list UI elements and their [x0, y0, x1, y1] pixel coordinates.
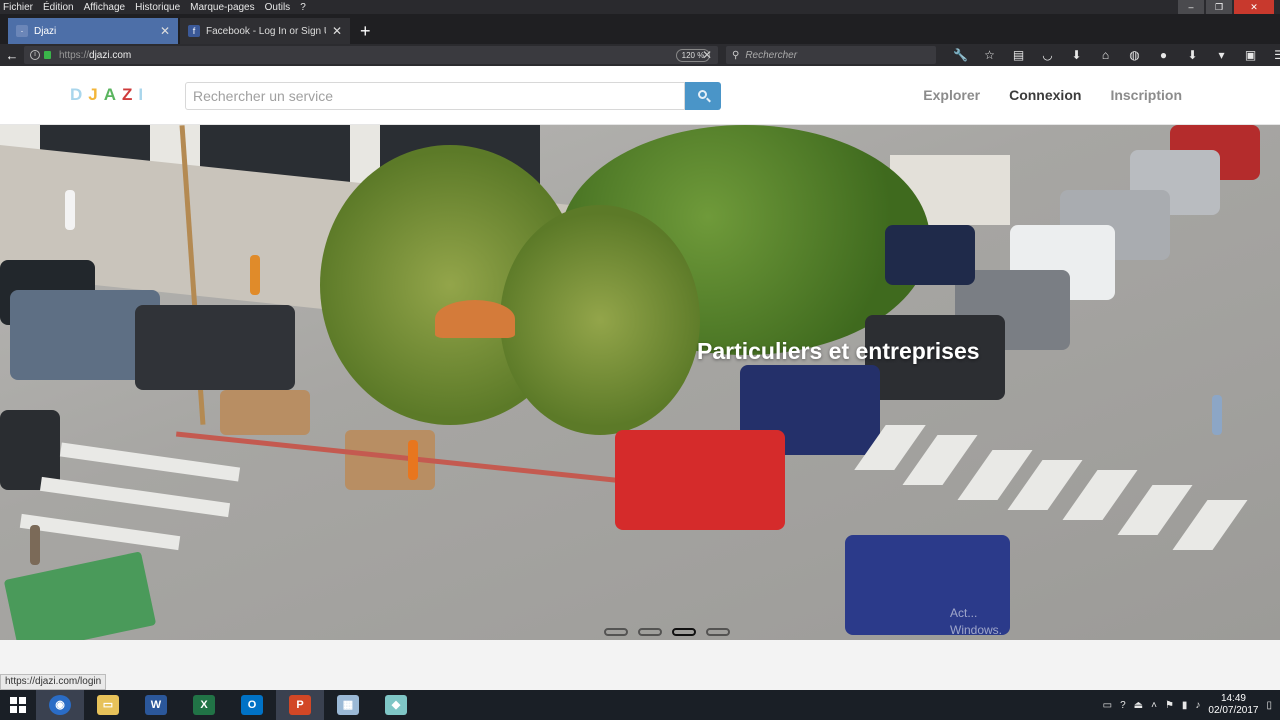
- keyboard-icon[interactable]: ▭: [1103, 700, 1112, 711]
- url-bar[interactable]: i https://djazi.com 120 % ✕: [24, 46, 718, 64]
- site-header: DJAZI Explorer Connexion Inscription: [0, 66, 1280, 125]
- pocket-icon[interactable]: ◡: [1033, 48, 1062, 62]
- menu-fichier[interactable]: Fichier: [3, 2, 33, 13]
- navigation-bar: ← i https://djazi.com 120 % ✕ ⚲ Recherch…: [0, 44, 1280, 66]
- usb-icon[interactable]: ⏏: [1134, 700, 1143, 711]
- globe-icon[interactable]: ◍: [1120, 48, 1149, 62]
- lock-icon[interactable]: [44, 51, 51, 59]
- download-arrow-icon[interactable]: ⬇: [1178, 48, 1207, 62]
- wrench-icon[interactable]: 🔧: [946, 48, 975, 62]
- menu-affichage[interactable]: Affichage: [84, 2, 126, 13]
- taskbar-excel[interactable]: X: [180, 690, 228, 720]
- back-arrow-icon[interactable]: ←: [0, 48, 24, 63]
- djazi-logo[interactable]: DJAZI: [70, 85, 149, 105]
- windows-activation-watermark: Act... Windows.: [950, 606, 1003, 637]
- bookmark-star-icon[interactable]: ☆: [975, 48, 1004, 62]
- carousel-dot-3[interactable]: [672, 628, 696, 636]
- taskbar-explorer[interactable]: ▭: [84, 690, 132, 720]
- tab-djazi[interactable]: · Djazi ✕: [8, 18, 178, 44]
- taskbar-outlook[interactable]: O: [228, 690, 276, 720]
- start-button[interactable]: [0, 690, 36, 720]
- search-icon: ⚲: [732, 49, 740, 61]
- windows-taskbar: ◉ ▭ W X O P ▦ ◆ ▭ ? ⏏ ˄ ⚑ ▮ ♪ 14:49 02/0…: [0, 690, 1280, 720]
- menu-outils[interactable]: Outils: [265, 2, 291, 13]
- firefox-icon: ◉: [49, 695, 71, 715]
- taskbar-word[interactable]: W: [132, 690, 180, 720]
- service-search-button[interactable]: [685, 82, 721, 110]
- calculator-icon: ▦: [337, 695, 359, 715]
- chevron-up-icon[interactable]: ˄: [1151, 700, 1157, 711]
- folder-icon: ▭: [97, 695, 119, 715]
- download-icon[interactable]: ⬇: [1062, 48, 1091, 62]
- carousel-dot-4[interactable]: [706, 628, 730, 636]
- minimize-button[interactable]: –: [1178, 0, 1204, 14]
- service-search-input[interactable]: [185, 82, 685, 110]
- menu-historique[interactable]: Historique: [135, 2, 180, 13]
- clock-date: 02/07/2017: [1208, 705, 1259, 716]
- signal-icon[interactable]: ▮: [1182, 700, 1188, 711]
- help-icon[interactable]: ?: [1120, 700, 1126, 711]
- system-tray: ▭ ? ⏏ ˄ ⚑ ▮ ♪ 14:49 02/07/2017 ▯: [1103, 690, 1280, 720]
- tab-title: Djazi: [34, 25, 57, 37]
- browser-toolbar: 🔧 ☆ ▤ ◡ ⬇ ⌂ ◍ ● ⬇ ▾ ▣ ☰: [946, 44, 1280, 66]
- clear-url-icon[interactable]: ✕: [702, 46, 712, 64]
- page-footer-area: [0, 640, 1280, 690]
- hamburger-menu-icon[interactable]: ☰: [1265, 48, 1280, 62]
- new-tab-icon[interactable]: +: [360, 18, 371, 44]
- hero-caption: Particuliers et entreprises: [697, 338, 980, 364]
- status-link-preview: https://djazi.com/login: [0, 674, 107, 690]
- carousel-dot-1[interactable]: [604, 628, 628, 636]
- taskbar-powerpoint[interactable]: P: [276, 690, 324, 720]
- library-icon[interactable]: ▤: [1004, 48, 1033, 62]
- clock-time: 14:49: [1220, 693, 1246, 704]
- facebook-favicon-icon: f: [188, 25, 200, 37]
- taskbar-app[interactable]: ◆: [372, 690, 420, 720]
- menu-bar: Fichier Édition Affichage Historique Mar…: [0, 0, 1280, 14]
- site-nav: Explorer Connexion Inscription: [894, 87, 1182, 103]
- app-icon: ◆: [385, 695, 407, 715]
- carousel-indicators: [604, 628, 740, 636]
- menu-marque-pages[interactable]: Marque-pages: [190, 2, 254, 13]
- menu-edition[interactable]: Édition: [43, 2, 74, 13]
- hero-carousel[interactable]: Particuliers et entreprises Act... Windo…: [0, 125, 1280, 640]
- home-icon[interactable]: ⌂: [1091, 48, 1120, 62]
- window-controls: – ❐ ✕: [1176, 0, 1274, 14]
- word-icon: W: [145, 695, 167, 715]
- web-page: DJAZI Explorer Connexion Inscription: [0, 66, 1280, 690]
- maximize-button[interactable]: ❐: [1206, 0, 1232, 14]
- tab-bar: · Djazi ✕ f Facebook - Log In or Sign U …: [0, 14, 1280, 44]
- menu-help[interactable]: ?: [300, 2, 306, 13]
- carousel-dot-2[interactable]: [638, 628, 662, 636]
- excel-icon: X: [193, 695, 215, 715]
- tab-title: Facebook - Log In or Sign U: [206, 25, 326, 37]
- close-tab-icon[interactable]: ✕: [332, 24, 342, 38]
- dropdown-icon[interactable]: ▾: [1207, 48, 1236, 62]
- nav-explorer[interactable]: Explorer: [923, 87, 980, 103]
- browser-search-input[interactable]: ⚲ Rechercher: [726, 46, 936, 64]
- flag-icon[interactable]: ⚑: [1165, 700, 1174, 711]
- info-icon[interactable]: i: [30, 50, 40, 60]
- djazi-favicon-icon: ·: [16, 25, 28, 37]
- taskbar-firefox[interactable]: ◉: [36, 690, 84, 720]
- url-text[interactable]: https://djazi.com: [59, 50, 131, 61]
- windows-logo-icon: [10, 697, 26, 713]
- clock[interactable]: 14:49 02/07/2017: [1208, 693, 1258, 717]
- volume-icon[interactable]: ♪: [1195, 700, 1200, 711]
- taskbar-calculator[interactable]: ▦: [324, 690, 372, 720]
- extension-icon[interactable]: ●: [1149, 48, 1178, 62]
- powerpoint-icon: P: [289, 695, 311, 715]
- save-icon[interactable]: ▣: [1236, 48, 1265, 62]
- tab-facebook[interactable]: f Facebook - Log In or Sign U ✕: [180, 18, 350, 44]
- notification-icon[interactable]: ▯: [1266, 700, 1272, 711]
- outlook-icon: O: [241, 695, 263, 715]
- close-window-button[interactable]: ✕: [1234, 0, 1274, 14]
- close-tab-icon[interactable]: ✕: [160, 24, 170, 38]
- nav-connexion[interactable]: Connexion: [1009, 87, 1081, 103]
- nav-inscription[interactable]: Inscription: [1110, 87, 1182, 103]
